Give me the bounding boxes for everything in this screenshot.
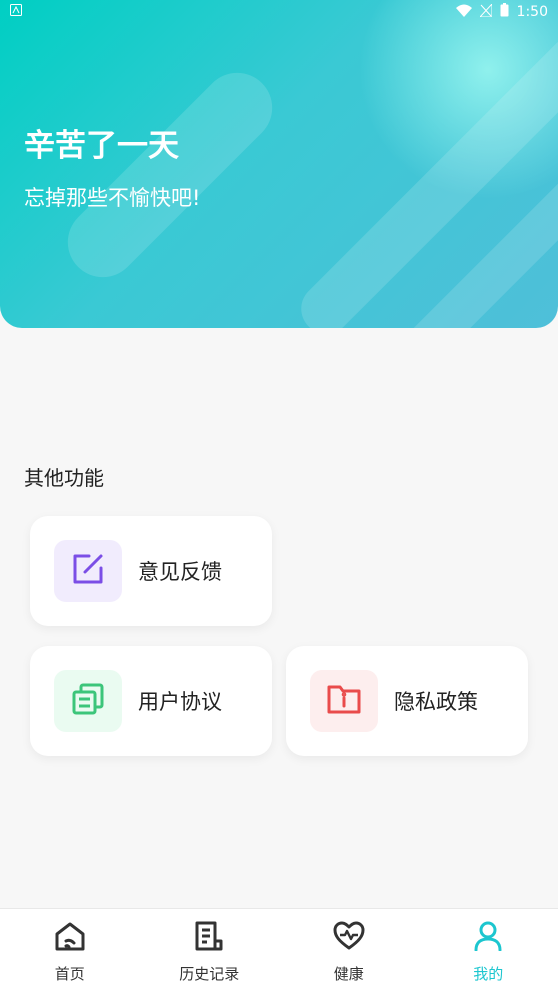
status-time: 1:50 <box>517 4 548 20</box>
feedback-icon-box <box>54 540 122 602</box>
nav-label-mine: 我的 <box>473 963 503 984</box>
signal-icon <box>480 4 492 21</box>
privacy-policy-card[interactable]: 隐私政策 <box>286 646 528 756</box>
user-agreement-icon-box <box>54 670 122 732</box>
hero-streak <box>53 58 286 291</box>
privacy-policy-label: 隐私政策 <box>394 686 478 716</box>
hero-banner: 1:50 辛苦了一天 忘掉那些不愉快吧! <box>0 0 558 328</box>
nav-label-health: 健康 <box>334 963 364 984</box>
nav-item-history[interactable]: 历史记录 <box>140 909 280 993</box>
user-icon <box>472 921 504 963</box>
history-icon <box>193 921 225 963</box>
feedback-card[interactable]: 意见反馈 <box>30 516 272 626</box>
nav-item-home[interactable]: 首页 <box>0 909 140 993</box>
document-copy-icon <box>71 682 105 720</box>
section-title: 其他功能 <box>24 462 104 491</box>
home-icon <box>54 921 86 963</box>
nav-item-health[interactable]: 健康 <box>279 909 419 993</box>
wifi-icon <box>456 4 472 21</box>
nav-label-history: 历史记录 <box>179 963 239 984</box>
notification-icon <box>10 4 22 20</box>
heart-pulse-icon <box>333 921 365 963</box>
hero-title: 辛苦了一天 <box>24 120 179 165</box>
nav-item-mine[interactable]: 我的 <box>419 909 558 993</box>
hero-subtitle: 忘掉那些不愉快吧! <box>24 182 200 212</box>
privacy-policy-icon-box <box>310 670 378 732</box>
feedback-label: 意见反馈 <box>138 556 222 586</box>
folder-info-icon <box>327 683 361 719</box>
bottom-nav: 首页 历史记录 健康 我的 <box>0 908 558 993</box>
nav-label-home: 首页 <box>55 963 85 984</box>
user-agreement-card[interactable]: 用户协议 <box>30 646 272 756</box>
status-bar: 1:50 <box>0 0 558 24</box>
battery-icon <box>500 3 509 21</box>
edit-icon <box>71 552 105 590</box>
user-agreement-label: 用户协议 <box>138 686 222 716</box>
